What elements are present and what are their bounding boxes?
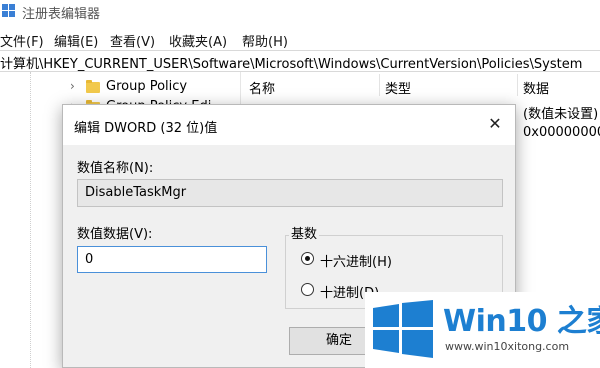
list-cell-data: (数值未设置) [523,107,599,122]
list-header: 名称 类型 数据 [241,74,600,97]
radio-hex-label: 十六进制(H) [320,255,392,270]
app-title: 注册表编辑器 [22,7,101,22]
column-name[interactable]: 名称 [249,78,275,97]
menu-bar: 文件(F) 编辑(E) 查看(V) 收藏夹(A) 帮助(H) [0,28,600,50]
watermark-brand: Win10 之家 [443,304,600,339]
close-icon[interactable]: ✕ [485,114,505,134]
folder-icon [86,80,100,93]
app-title-bar: 注册表编辑器 [0,0,600,24]
address-path: 计算机\HKEY_CURRENT_USER\Software\Microsoft… [0,57,583,72]
menu-file[interactable]: 文件(F) [0,31,44,50]
menu-help[interactable]: 帮助(H) [242,31,288,50]
address-bar[interactable]: 计算机\HKEY_CURRENT_USER\Software\Microsoft… [0,50,600,72]
value-data-label: 数值数据(V): [77,227,153,242]
menu-view[interactable]: 查看(V) [110,31,155,50]
column-type[interactable]: 类型 [385,78,411,97]
column-data[interactable]: 数据 [523,78,549,97]
value-name-label: 数值名称(N): [77,161,154,176]
value-name-field: DisableTaskMgr [77,179,503,207]
chevron-right-icon[interactable]: › [70,79,75,93]
radio-selected-icon[interactable] [301,252,314,265]
column-separator[interactable] [517,74,518,96]
menu-edit[interactable]: 编辑(E) [54,31,98,50]
value-data-input[interactable]: 0 [77,246,267,273]
menu-favorites[interactable]: 收藏夹(A) [169,31,227,50]
radio-unselected-icon[interactable] [301,283,314,296]
win10-watermark: Win10 之家 www.win10xitong.com [365,292,600,368]
windows-logo-icon [373,300,433,358]
column-separator[interactable] [379,74,380,96]
dialog-title-bar: 编辑 DWORD (32 位)值 ✕ [63,105,515,145]
registry-editor-icon [2,4,16,18]
base-label: 基数 [289,223,320,242]
tree-item-label: Group Policy [106,79,188,94]
watermark-url: www.win10xitong.com [445,340,570,353]
dialog-title: 编辑 DWORD (32 位)值 [74,121,218,136]
list-cell-data: 0x00000000 [523,125,600,140]
